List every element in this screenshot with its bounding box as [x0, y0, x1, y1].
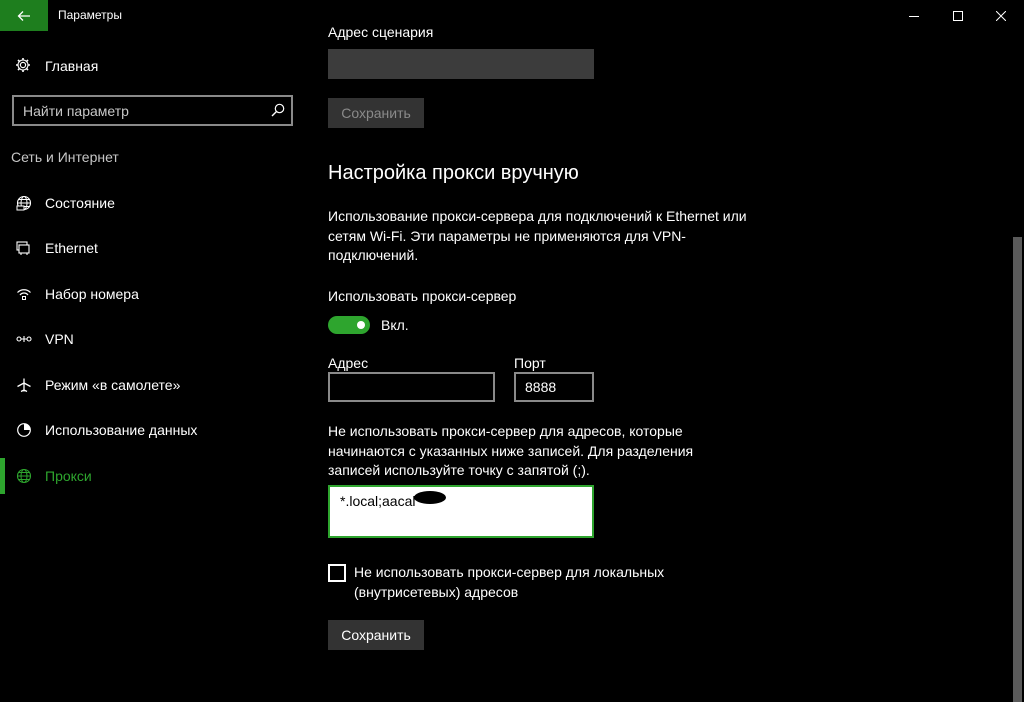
sidebar-item-label: Режим «в самолете» [45, 377, 181, 393]
search-icon[interactable] [271, 103, 285, 122]
sidebar: Главная Сеть и Интернет Состояние Ethern… [0, 31, 305, 702]
address-input[interactable] [328, 372, 495, 402]
title-bar: Параметры [0, 0, 1024, 31]
sidebar-item-proxy[interactable]: Прокси [0, 458, 305, 494]
sidebar-home[interactable]: Главная [0, 51, 305, 81]
scroll-thumb[interactable] [1013, 237, 1022, 702]
sidebar-home-label: Главная [45, 58, 99, 74]
script-address-label: Адрес сценария [328, 24, 434, 40]
airplane-icon [15, 377, 33, 393]
script-save-button[interactable]: Сохранить [328, 98, 424, 128]
local-bypass-checkbox[interactable] [328, 564, 346, 582]
sidebar-item-ethernet[interactable]: Ethernet [0, 230, 305, 266]
maximize-button[interactable] [935, 0, 981, 31]
arrow-left-icon [17, 10, 30, 21]
search-box[interactable] [12, 95, 293, 126]
globe-icon [15, 468, 33, 484]
local-bypass-label: Не использовать прокси-сервер для локаль… [354, 564, 665, 600]
sidebar-item-vpn[interactable]: VPN [0, 321, 305, 357]
sidebar-item-label: Состояние [45, 195, 115, 211]
exceptions-input[interactable]: *.local;aacal [328, 485, 594, 538]
dialup-icon [15, 286, 33, 302]
sidebar-item-label: Использование данных [45, 422, 198, 438]
main-content: Адрес сценария Сохранить Настройка прокс… [305, 24, 1010, 702]
search-input[interactable] [14, 97, 264, 124]
use-proxy-toggle[interactable] [328, 316, 370, 334]
port-label: Порт [514, 355, 546, 371]
window-title: Параметры [58, 8, 122, 22]
minimize-button[interactable] [891, 0, 937, 31]
sidebar-item-data-usage[interactable]: Использование данных [0, 412, 305, 448]
vpn-icon [15, 331, 33, 347]
exceptions-description: Не использовать прокси-сервер для адресо… [328, 423, 694, 478]
sidebar-item-dialup[interactable]: Набор номера [0, 276, 305, 312]
ethernet-icon [15, 240, 33, 256]
port-input[interactable] [514, 372, 594, 402]
sidebar-item-label: VPN [45, 331, 74, 347]
data-usage-icon [15, 422, 33, 438]
save-button[interactable]: Сохранить [328, 620, 424, 650]
sidebar-item-status[interactable]: Состояние [0, 185, 305, 221]
sidebar-item-label: Набор номера [45, 286, 139, 302]
proxy-description: Использование прокси-сервера для подключ… [328, 208, 747, 263]
globe-status-icon [15, 195, 33, 211]
active-indicator [0, 458, 5, 494]
close-button[interactable] [978, 0, 1024, 31]
toggle-state-label: Вкл. [381, 317, 409, 333]
page-heading: Настройка прокси вручную [328, 162, 579, 184]
sidebar-item-label: Прокси [45, 468, 92, 484]
script-address-input[interactable] [328, 49, 594, 79]
scrollbar[interactable] [1010, 31, 1024, 702]
maximize-icon [953, 10, 963, 21]
redaction-mark [414, 491, 446, 504]
close-icon [996, 10, 1006, 21]
sidebar-section-label: Сеть и Интернет [11, 149, 119, 165]
sidebar-item-label: Ethernet [45, 240, 98, 256]
gear-icon [15, 57, 31, 78]
sidebar-item-airplane[interactable]: Режим «в самолете» [0, 367, 305, 403]
back-button[interactable] [0, 0, 48, 31]
address-label: Адрес [328, 355, 369, 371]
minimize-icon [909, 15, 919, 17]
toggle-knob [357, 321, 365, 329]
use-proxy-label: Использовать прокси-сервер [328, 288, 517, 304]
